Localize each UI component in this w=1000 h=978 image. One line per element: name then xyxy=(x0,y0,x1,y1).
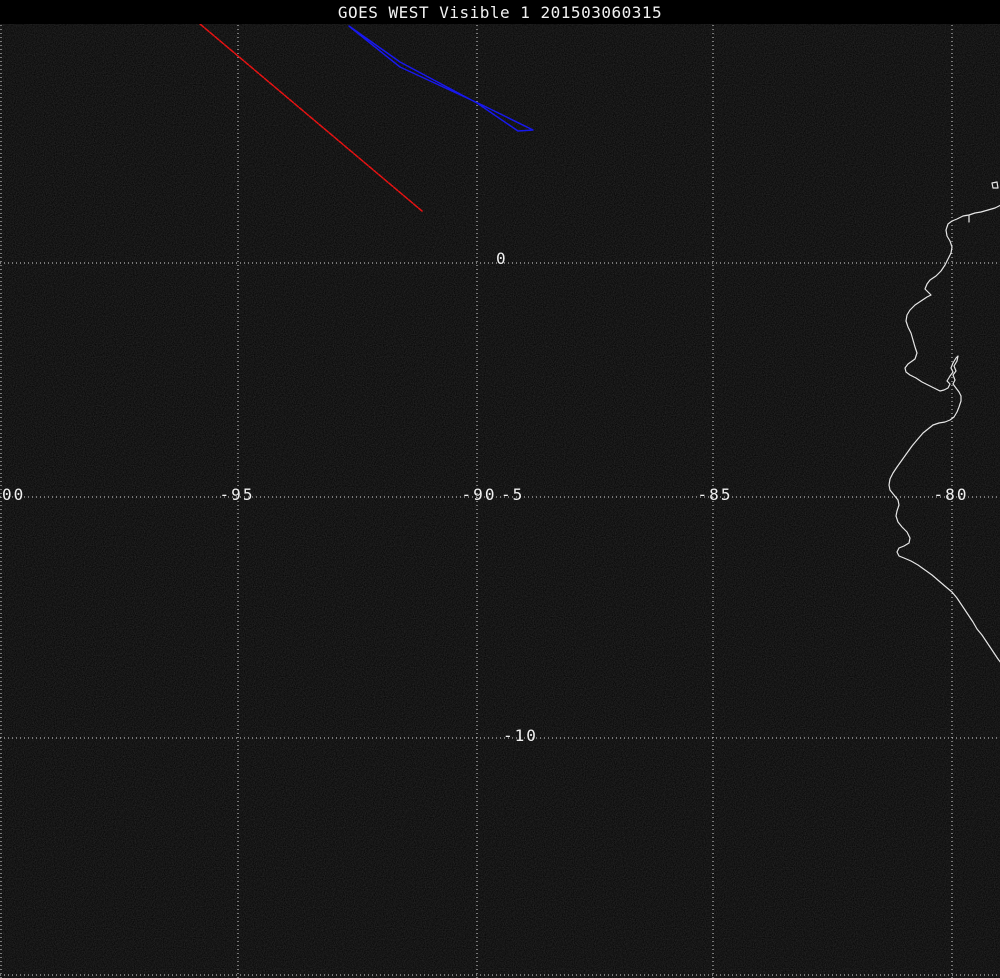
image-noise-texture xyxy=(0,24,1000,978)
lat-label-0: 0 xyxy=(496,249,508,268)
lon-label--85: -85 xyxy=(698,485,733,504)
lon-label-00: 00 xyxy=(2,485,25,504)
satellite-map-canvas: 00 -95 -90 -85 -80 0 -5 -10 xyxy=(0,23,1000,978)
image-title: GOES WEST Visible 1 201503060315 xyxy=(0,0,1000,24)
lon-label--95: -95 xyxy=(220,485,255,504)
lat-label--10: -10 xyxy=(503,726,538,745)
lat-label--5: -5 xyxy=(501,485,524,504)
satellite-display-window: GOES WEST Visible 1 201503060315 00 -95 -9… xyxy=(0,0,1000,978)
night-visible-image xyxy=(0,24,1000,978)
lon-label--80: -80 xyxy=(934,485,969,504)
lon-label--90: -90 xyxy=(462,485,497,504)
